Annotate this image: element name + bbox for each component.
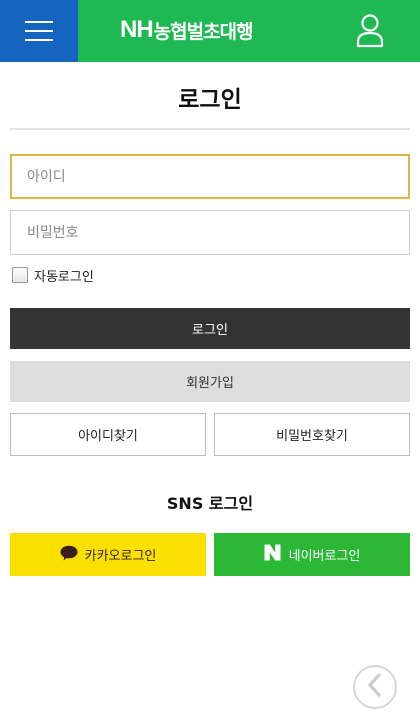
naver-n-icon [264, 544, 281, 565]
app-header: NH 농협벌초대행 [0, 0, 420, 62]
page-title: 로그인 [178, 87, 242, 113]
brand-logo[interactable]: NH 농협벌초대행 [120, 14, 254, 46]
auto-login-option[interactable]: 자동로그인 [12, 265, 94, 285]
naver-login-label: 네이버로그인 [288, 549, 361, 564]
user-icon[interactable] [350, 12, 390, 50]
find-password-button[interactable]: 비밀번호찾기 [214, 413, 410, 456]
kakao-speech-bubble-icon [60, 545, 78, 565]
user-id-input[interactable] [10, 154, 410, 199]
hamburger-icon-line [25, 39, 53, 41]
title-divider [10, 128, 410, 130]
hamburger-icon-line [25, 30, 53, 32]
sns-login-title: SNS 로그인 [166, 494, 254, 513]
auto-login-checkbox[interactable] [12, 267, 28, 283]
kakao-login-button[interactable]: 카카오로그인 [10, 533, 206, 576]
brand-prefix: NH [120, 16, 154, 43]
join-button[interactable]: 회원가입 [10, 361, 410, 402]
find-id-button[interactable]: 아이디찾기 [10, 413, 206, 456]
password-input[interactable] [10, 210, 410, 255]
naver-login-button[interactable]: 네이버로그인 [214, 533, 410, 576]
chevron-left-icon [365, 672, 385, 702]
kakao-login-label: 카카오로그인 [84, 549, 157, 564]
back-button[interactable] [353, 665, 397, 709]
brand-name: 농협벌초대행 [153, 20, 254, 43]
auto-login-label: 자동로그인 [34, 269, 94, 285]
menu-button[interactable] [0, 0, 78, 62]
hamburger-icon-line [25, 21, 53, 23]
login-button[interactable]: 로그인 [10, 308, 410, 349]
